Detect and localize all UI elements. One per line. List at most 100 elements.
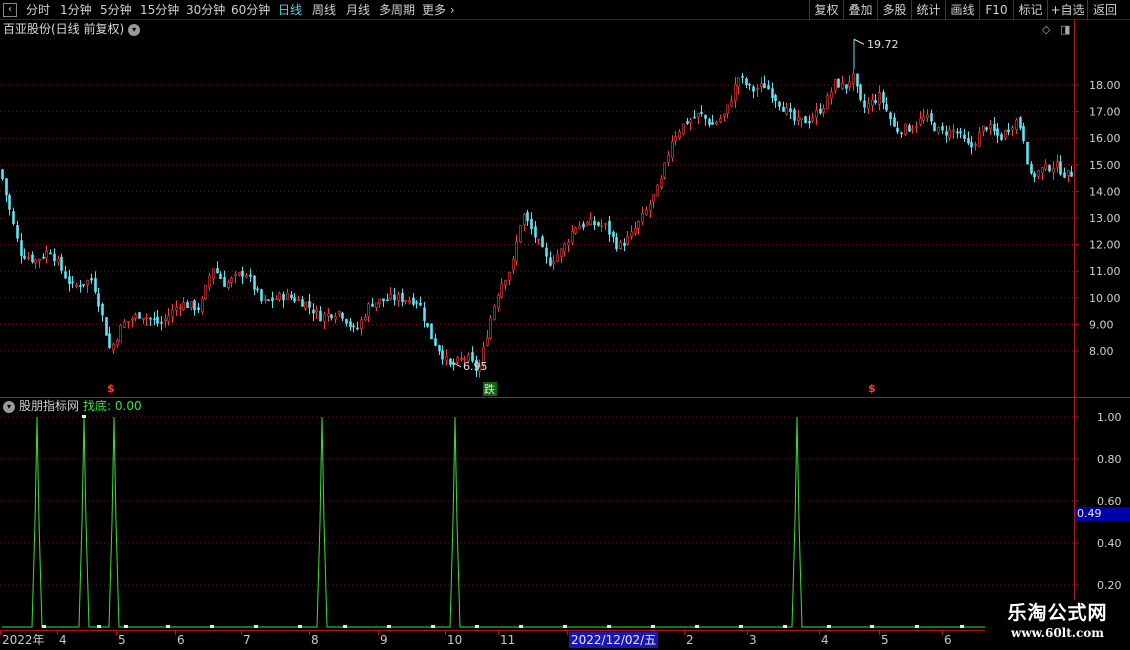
candle-body: [567, 241, 570, 246]
candle-body: [1004, 130, 1007, 139]
indicator-baseline-marker: [166, 625, 170, 628]
candle-body: [941, 126, 944, 131]
candle-body: [804, 116, 807, 124]
candle-body: [793, 109, 796, 121]
candle-body: [711, 122, 714, 125]
candle-body: [574, 227, 577, 234]
date-tick-mark: [309, 631, 310, 635]
candle-body: [234, 273, 237, 276]
indicator-baseline-marker: [783, 625, 787, 628]
candle-body: [53, 253, 56, 262]
candle-body: [142, 317, 145, 320]
candle-body: [227, 282, 230, 289]
indicator-series-line: [2, 416, 1074, 628]
candle-body: [752, 86, 755, 92]
chevron-down-icon[interactable]: ▾: [128, 23, 141, 36]
period-tab[interactable]: 月线: [346, 0, 370, 20]
candle-body: [519, 225, 522, 243]
toolbar-button[interactable]: 画线: [945, 0, 979, 20]
candle-body: [86, 280, 89, 286]
toolbar-button[interactable]: 统计: [911, 0, 945, 20]
indicator-baseline-marker: [915, 625, 919, 628]
candle-body: [652, 194, 655, 203]
period-tab[interactable]: 60分钟: [231, 0, 270, 20]
candle-body: [815, 110, 818, 118]
candle-body: [71, 281, 74, 284]
period-tab[interactable]: 日线: [278, 0, 302, 20]
toolbar-button[interactable]: 标记: [1013, 0, 1047, 20]
candle-body: [845, 84, 848, 89]
candle-body: [808, 121, 811, 124]
candle-body: [656, 184, 659, 197]
candle-body: [412, 297, 415, 305]
period-tab[interactable]: 30分钟: [186, 0, 225, 20]
candle-body: [323, 313, 326, 322]
candle-body: [1063, 172, 1066, 178]
candle-body: [112, 344, 115, 351]
candle-body: [1052, 168, 1055, 173]
diamond-icon[interactable]: ◇: [1042, 23, 1050, 36]
candle-body: [619, 241, 622, 249]
watermark-url: www.60lt.com: [1011, 626, 1104, 640]
period-tab[interactable]: 1分钟: [60, 0, 92, 20]
date-tick-mark: [684, 631, 685, 635]
candle-body: [700, 112, 703, 115]
candle-body: [593, 220, 596, 226]
toolbar-button[interactable]: 复权: [809, 0, 843, 20]
indicator-chart[interactable]: 1.000.800.600.400.20: [0, 398, 1130, 630]
candle-body: [663, 162, 666, 178]
candle-body: [1019, 117, 1022, 129]
candle-body: [253, 275, 256, 290]
candle-body: [1022, 125, 1025, 141]
toolbar-button[interactable]: 叠加: [843, 0, 877, 20]
panel-toggle-icon[interactable]: ◨: [1060, 23, 1070, 36]
price-tick-label: 18.00: [1089, 79, 1121, 92]
candle-body: [956, 131, 959, 134]
period-tab[interactable]: 15分钟: [140, 0, 179, 20]
candle-body: [419, 302, 422, 306]
candle-body: [230, 277, 233, 283]
candle-body: [256, 288, 259, 291]
candle-body: [1026, 141, 1029, 165]
candle-body: [908, 125, 911, 132]
date-axis[interactable]: 2022年 4 5 6 7 8 9 10 11 2022/12/02/五 2 3 4 5 6: [0, 630, 1130, 650]
candle-body: [45, 251, 48, 259]
low-marker-label: 6.95: [463, 360, 488, 373]
toolbar-button[interactable]: +自选: [1047, 0, 1087, 20]
date-label: 5: [881, 633, 889, 647]
period-tab[interactable]: 分时: [26, 0, 50, 20]
back-arrow-icon[interactable]: ‹: [3, 3, 17, 17]
toolbar-button[interactable]: F10: [979, 0, 1013, 20]
price-chart[interactable]: 18.00 17.00 16.00 15.00 14.00 13.00 12.00 11.00…: [0, 38, 1130, 397]
candle-body: [586, 222, 589, 226]
candle-body: [760, 83, 763, 87]
candle-body: [771, 88, 774, 99]
candle-body: [301, 299, 304, 307]
period-tab[interactable]: 5分钟: [100, 0, 132, 20]
indicator-baseline-marker: [210, 625, 214, 628]
candle-body: [922, 116, 925, 121]
candle-body: [911, 128, 914, 131]
candle-body: [945, 131, 948, 136]
period-tab[interactable]: 多周期: [379, 0, 415, 20]
candle-body: [726, 104, 729, 114]
stock-title: 百亚股份(日线 前复权) ▾: [3, 21, 141, 37]
candle-body: [630, 231, 633, 237]
candle-body: [819, 108, 822, 114]
candle-body: [515, 241, 518, 262]
candle-body: [848, 81, 851, 88]
candle-body: [167, 315, 170, 322]
toolbar-button[interactable]: 返回: [1087, 0, 1122, 20]
candle-body: [689, 119, 692, 123]
candle-body: [993, 124, 996, 132]
candle-body: [278, 293, 281, 300]
period-tab[interactable]: 周线: [312, 0, 336, 20]
candle-body: [537, 239, 540, 241]
candle-body: [64, 271, 67, 279]
period-tab[interactable]: 更多 ›: [422, 0, 455, 20]
candle-body: [156, 316, 159, 324]
toolbar-button[interactable]: 多股: [877, 0, 911, 20]
candle-body: [589, 218, 592, 225]
candle-body: [626, 236, 629, 245]
candle-body: [933, 122, 936, 132]
